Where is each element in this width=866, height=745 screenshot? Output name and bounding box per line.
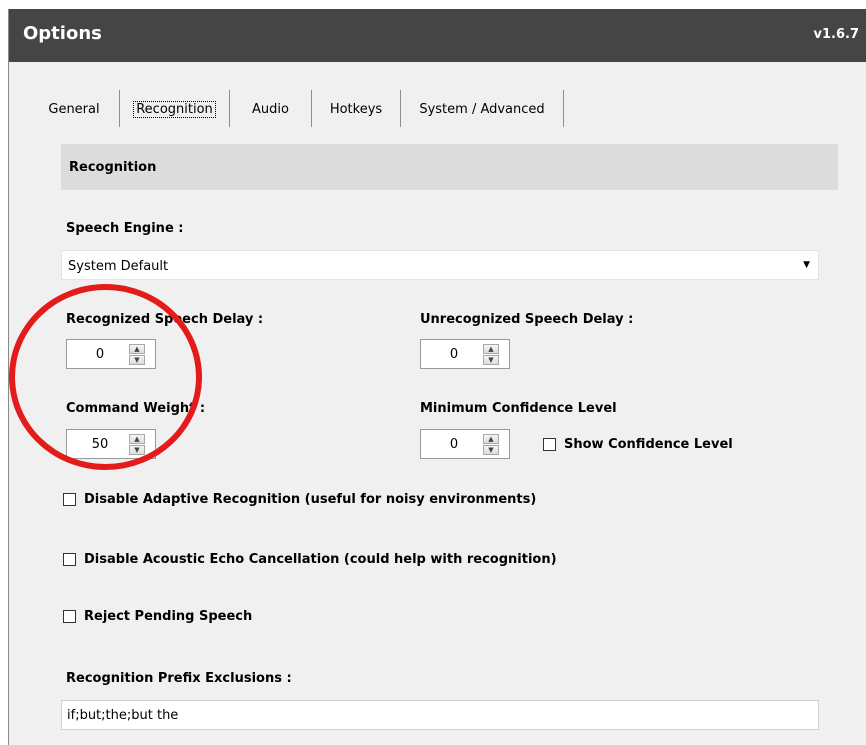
dropdown-arrow-icon[interactable]: ▼ (803, 260, 810, 270)
spin-up-icon[interactable]: ▲ (129, 344, 145, 354)
options-window: Options v1.6.7 General Recognition Audio… (8, 9, 866, 745)
min-confidence-label: Minimum Confidence Level (420, 401, 617, 416)
tab-general[interactable]: General (29, 90, 120, 127)
speech-engine-value: System Default (68, 259, 169, 274)
unrecognized-delay-value[interactable]: 0 (421, 347, 487, 362)
spin-down-icon[interactable]: ▼ (129, 355, 145, 365)
prefix-exclusions-label: Recognition Prefix Exclusions : (66, 671, 292, 686)
recognized-delay-spinner[interactable]: 0 ▲ ▼ (66, 339, 156, 369)
checkbox-box[interactable] (543, 438, 556, 451)
show-confidence-label: Show Confidence Level (564, 437, 733, 452)
speech-engine-label: Speech Engine : (66, 221, 184, 236)
spin-up-icon[interactable]: ▲ (129, 434, 145, 444)
reject-pending-label: Reject Pending Speech (84, 609, 253, 624)
min-confidence-value[interactable]: 0 (421, 437, 487, 452)
disable-adaptive-checkbox[interactable]: Disable Adaptive Recognition (useful for… (63, 492, 536, 507)
prefix-exclusions-field[interactable] (61, 700, 819, 730)
spin-down-icon[interactable]: ▼ (483, 445, 499, 455)
unrecognized-delay-spinner[interactable]: 0 ▲ ▼ (420, 339, 510, 369)
tab-system-advanced[interactable]: System / Advanced (401, 90, 564, 127)
title-bar: Options v1.6.7 (9, 9, 866, 62)
checkbox-box[interactable] (63, 493, 76, 506)
reject-pending-checkbox[interactable]: Reject Pending Speech (63, 609, 252, 624)
window-title: Options (23, 23, 102, 44)
spin-up-icon[interactable]: ▲ (483, 344, 499, 354)
tab-audio[interactable]: Audio (230, 90, 312, 127)
spin-up-icon[interactable]: ▲ (483, 434, 499, 444)
disable-adaptive-label: Disable Adaptive Recognition (useful for… (84, 492, 537, 507)
recognized-delay-value[interactable]: 0 (67, 347, 133, 362)
spin-down-icon[interactable]: ▼ (483, 355, 499, 365)
disable-echo-checkbox[interactable]: Disable Acoustic Echo Cancellation (coul… (63, 552, 557, 567)
checkbox-box[interactable] (63, 553, 76, 566)
speech-engine-select[interactable]: System Default ▼ (61, 250, 819, 280)
tab-hotkeys[interactable]: Hotkeys (312, 90, 401, 127)
section-header: Recognition (61, 144, 838, 190)
recognized-delay-label: Recognized Speech Delay : (66, 312, 264, 327)
unrecognized-delay-label: Unrecognized Speech Delay : (420, 312, 634, 327)
command-weight-label: Command Weight : (66, 401, 206, 416)
checkbox-box[interactable] (63, 610, 76, 623)
min-confidence-spinner[interactable]: 0 ▲ ▼ (420, 429, 510, 459)
command-weight-value[interactable]: 50 (67, 437, 133, 452)
disable-echo-label: Disable Acoustic Echo Cancellation (coul… (84, 552, 557, 567)
show-confidence-checkbox[interactable]: Show Confidence Level (543, 437, 733, 452)
section-title: Recognition (69, 160, 157, 175)
command-weight-spinner[interactable]: 50 ▲ ▼ (66, 429, 156, 459)
version-label: v1.6.7 (813, 27, 860, 42)
prefix-exclusions-input[interactable] (62, 701, 818, 729)
spin-down-icon[interactable]: ▼ (129, 445, 145, 455)
tab-recognition[interactable]: Recognition (120, 90, 230, 127)
